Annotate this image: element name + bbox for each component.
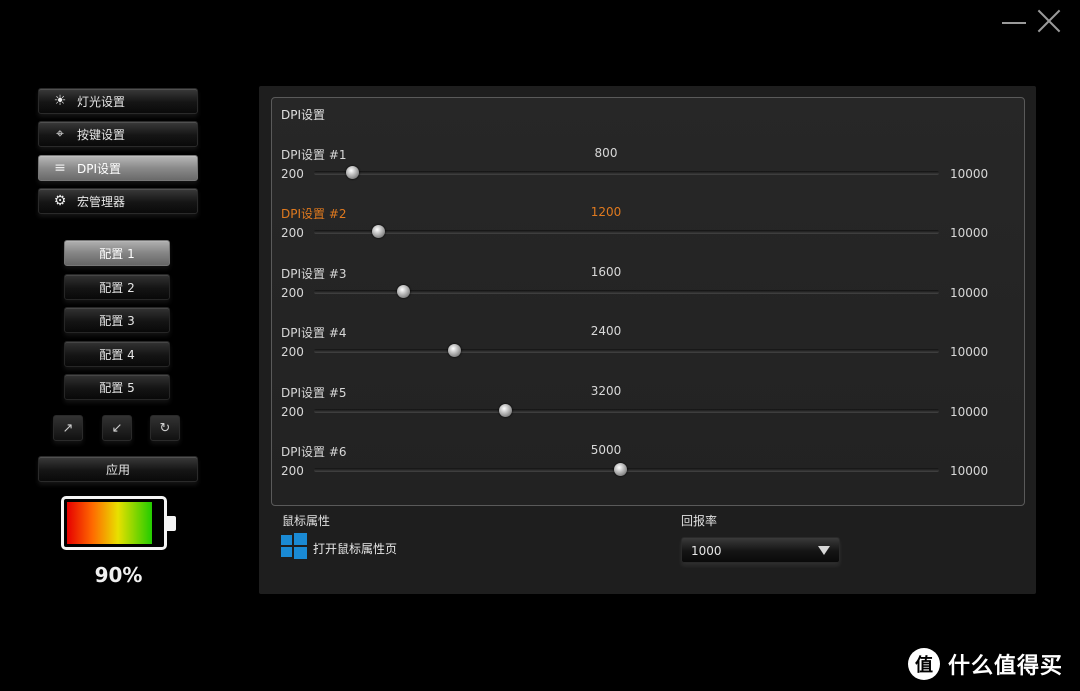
dpi-slider-thumb[interactable] bbox=[397, 284, 411, 298]
profile-4-button[interactable]: 配置 4 bbox=[64, 341, 170, 367]
dpi-group-title: DPI设置 bbox=[281, 108, 326, 122]
battery-tip bbox=[167, 516, 176, 531]
dpi-row-value: 1200 bbox=[590, 205, 622, 220]
nav-item-label: 按键设置 bbox=[77, 127, 126, 142]
apply-button[interactable]: 应用 bbox=[38, 456, 198, 482]
dpi-row-value: 800 bbox=[594, 146, 618, 160]
report-rate-title: 回报率 bbox=[681, 514, 718, 528]
reset-icon: ↻ bbox=[159, 420, 171, 436]
dpi-row-label: DPI设置 #4 bbox=[281, 326, 347, 341]
sliders-icon: ≡ bbox=[54, 160, 66, 176]
nav-lighting-settings[interactable]: ☀ 灯光设置 bbox=[38, 88, 198, 114]
dpi-row-1: DPI设置 #1 800 200 10000 bbox=[271, 146, 1025, 196]
profile-3-button[interactable]: 配置 3 bbox=[64, 307, 170, 333]
dpi-row-label: DPI设置 #5 bbox=[281, 385, 347, 400]
dpi-row-label: DPI设置 #1 bbox=[281, 148, 347, 162]
dpi-slider-thumb[interactable] bbox=[499, 403, 513, 417]
dpi-slider-thumb[interactable] bbox=[371, 225, 385, 239]
windows-logo-icon[interactable] bbox=[281, 533, 307, 559]
dpi-row-label: DPI设置 #3 bbox=[281, 266, 347, 281]
minimize-button[interactable] bbox=[1002, 22, 1026, 24]
dpi-max-label: 10000 bbox=[950, 404, 989, 419]
dpi-row-2: DPI设置 #2 1200 200 10000 bbox=[271, 205, 1025, 255]
window-controls bbox=[1002, 8, 1062, 34]
crosshair-icon: ⌖ bbox=[56, 126, 64, 142]
dpi-row-5: DPI设置 #5 3200 200 10000 bbox=[271, 384, 1025, 434]
nav-dpi-settings[interactable]: ≡ DPI设置 bbox=[38, 155, 198, 181]
watermark-text: 什么值得买 bbox=[948, 654, 1064, 679]
dpi-slider-track[interactable] bbox=[314, 463, 939, 476]
dpi-slider-thumb[interactable] bbox=[346, 166, 360, 179]
sun-icon: ☀ bbox=[53, 93, 67, 109]
gear-icon: ⚙ bbox=[53, 193, 67, 209]
dpi-slider-track[interactable] bbox=[314, 284, 939, 298]
dpi-slider-thumb[interactable] bbox=[448, 344, 462, 358]
dpi-max-label: 10000 bbox=[950, 167, 989, 181]
dpi-slider-track[interactable] bbox=[314, 403, 939, 417]
dpi-row-label: DPI设置 #2 bbox=[281, 207, 347, 222]
dpi-row-label: DPI设置 #6 bbox=[281, 445, 347, 459]
dpi-slider-track[interactable] bbox=[314, 225, 939, 239]
reset-profile-button[interactable]: ↻ bbox=[150, 415, 180, 441]
dpi-slider-track[interactable] bbox=[314, 166, 939, 179]
dpi-slider-track[interactable] bbox=[314, 344, 939, 358]
nav-item-label: DPI设置 bbox=[77, 161, 122, 176]
dpi-row-4: DPI设置 #4 2400 200 10000 bbox=[271, 324, 1025, 374]
profile-2-button[interactable]: 配置 2 bbox=[64, 274, 170, 300]
dpi-row-value: 1600 bbox=[590, 264, 622, 279]
report-rate-value: 1000 bbox=[691, 544, 722, 558]
profile-1-button[interactable]: 配置 1 bbox=[64, 240, 170, 266]
export-profile-button[interactable]: ↙ bbox=[102, 415, 132, 441]
dpi-max-label: 10000 bbox=[950, 226, 989, 241]
report-rate-select[interactable]: 1000 bbox=[681, 537, 840, 563]
dpi-min-label: 200 bbox=[281, 167, 304, 181]
dpi-slider-thumb[interactable] bbox=[614, 463, 628, 476]
nav-item-label: 宏管理器 bbox=[77, 194, 126, 209]
import-profile-button[interactable]: ↗ bbox=[53, 415, 83, 441]
mouse-properties-title: 鼠标属性 bbox=[282, 514, 331, 528]
close-button[interactable] bbox=[1036, 8, 1062, 34]
nav-item-label: 灯光设置 bbox=[77, 94, 126, 109]
nav-macro-manager[interactable]: ⚙ 宏管理器 bbox=[38, 188, 198, 214]
dpi-max-label: 10000 bbox=[950, 464, 989, 478]
dpi-row-value: 5000 bbox=[590, 443, 622, 457]
nav-key-settings[interactable]: ⌖ 按键设置 bbox=[38, 121, 198, 147]
battery-percent: 90% bbox=[94, 563, 143, 587]
dpi-min-label: 200 bbox=[281, 345, 304, 360]
battery-indicator bbox=[61, 496, 167, 550]
dropdown-arrow-icon bbox=[818, 546, 830, 555]
watermark-logo-icon: 值 bbox=[908, 648, 940, 680]
dpi-min-label: 200 bbox=[281, 285, 304, 300]
battery-fill bbox=[67, 502, 152, 544]
dpi-max-label: 10000 bbox=[950, 345, 989, 360]
dpi-min-label: 200 bbox=[281, 226, 304, 241]
watermark: 值 什么值得买 bbox=[908, 648, 1063, 680]
dpi-row-value: 3200 bbox=[590, 383, 622, 398]
open-mouse-properties-link[interactable]: 打开鼠标属性页 bbox=[313, 540, 397, 557]
export-icon: ↙ bbox=[111, 420, 123, 436]
dpi-row-value: 2400 bbox=[590, 324, 622, 339]
dpi-min-label: 200 bbox=[281, 404, 304, 419]
import-icon: ↗ bbox=[62, 420, 74, 436]
dpi-max-label: 10000 bbox=[950, 285, 989, 300]
profile-5-button[interactable]: 配置 5 bbox=[64, 374, 170, 400]
dpi-row-3: DPI设置 #3 1600 200 10000 bbox=[271, 265, 1025, 315]
dpi-min-label: 200 bbox=[281, 464, 304, 478]
dpi-row-6: DPI设置 #6 5000 200 10000 bbox=[271, 443, 1025, 493]
